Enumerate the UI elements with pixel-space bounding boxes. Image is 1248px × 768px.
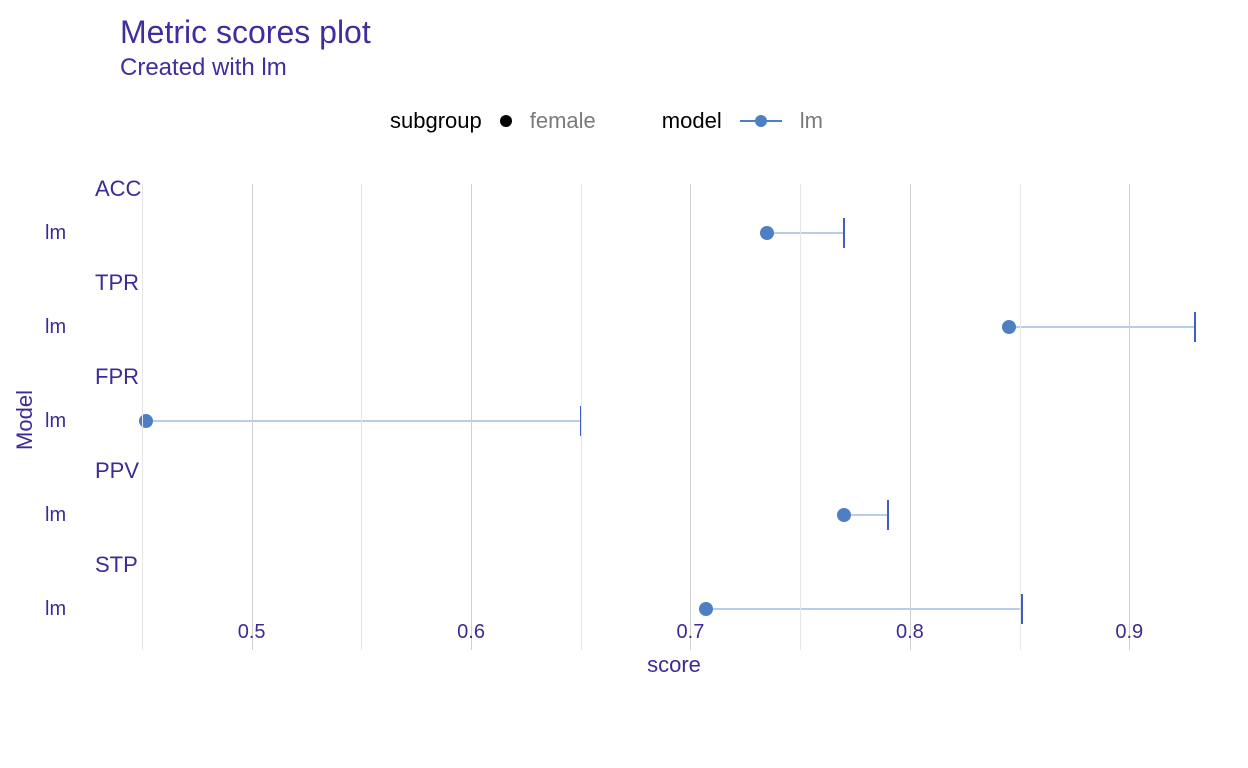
point-marker-icon bbox=[1002, 320, 1016, 334]
x-tick-label: 0.9 bbox=[1115, 621, 1143, 644]
end-tick-icon bbox=[1194, 312, 1196, 342]
point-marker-icon bbox=[760, 226, 774, 240]
range-line bbox=[706, 608, 1022, 610]
metric-row: PPV lm bbox=[120, 452, 1228, 548]
model-label: lm bbox=[45, 316, 66, 339]
x-tick-label: 0.8 bbox=[896, 621, 924, 644]
range-line bbox=[146, 420, 580, 422]
model-label: lm bbox=[45, 598, 66, 621]
x-tick-label: 0.5 bbox=[238, 621, 266, 644]
chart-subtitle: Created with lm bbox=[120, 54, 287, 82]
x-gridline-minor bbox=[800, 184, 801, 650]
x-gridline-major bbox=[910, 184, 911, 650]
metric-label: STP bbox=[95, 552, 138, 578]
legend-model-label: model bbox=[662, 108, 722, 134]
chart-title: Metric scores plot bbox=[120, 14, 371, 51]
x-gridline-minor bbox=[142, 184, 143, 650]
plot-area: Model ACC lm TPR lm FPR lm PPV lm bbox=[120, 160, 1228, 680]
model-label: lm bbox=[45, 410, 66, 433]
metric-row: FPR lm bbox=[120, 358, 1228, 454]
end-tick-icon bbox=[1021, 594, 1023, 624]
metric-label: FPR bbox=[95, 364, 139, 390]
x-gridline-minor bbox=[1020, 184, 1021, 650]
x-gridline-major bbox=[471, 184, 472, 650]
metric-label: ACC bbox=[95, 176, 141, 202]
x-tick-label: 0.6 bbox=[457, 621, 485, 644]
range-line bbox=[767, 232, 844, 234]
metric-row: STP lm bbox=[120, 546, 1228, 642]
legend-subgroup-value: female bbox=[530, 108, 596, 134]
point-marker-icon bbox=[699, 602, 713, 616]
legend: subgroup female model lm bbox=[390, 108, 823, 134]
metric-row: TPR lm bbox=[120, 264, 1228, 360]
legend-model-glyph-icon bbox=[740, 115, 782, 127]
legend-subgroup-label: subgroup bbox=[390, 108, 482, 134]
range-line bbox=[1009, 326, 1195, 328]
model-label: lm bbox=[45, 504, 66, 527]
x-axis-label: score bbox=[647, 652, 701, 678]
end-tick-icon bbox=[887, 500, 889, 530]
x-gridline-major bbox=[690, 184, 691, 650]
model-label: lm bbox=[45, 222, 66, 245]
metric-label: PPV bbox=[95, 458, 139, 484]
x-gridline-minor bbox=[361, 184, 362, 650]
metric-row: ACC lm bbox=[120, 170, 1228, 266]
legend-dot-icon bbox=[500, 115, 512, 127]
chart-container: Metric scores plot Created with lm subgr… bbox=[0, 0, 1248, 768]
end-tick-icon bbox=[843, 218, 845, 248]
legend-model-value: lm bbox=[800, 108, 823, 134]
metric-label: TPR bbox=[95, 270, 139, 296]
y-axis-label: Model bbox=[12, 390, 38, 450]
x-gridline-minor bbox=[581, 184, 582, 650]
point-marker-icon bbox=[837, 508, 851, 522]
x-tick-label: 0.7 bbox=[677, 621, 705, 644]
x-gridline-major bbox=[252, 184, 253, 650]
x-gridline-major bbox=[1129, 184, 1130, 650]
